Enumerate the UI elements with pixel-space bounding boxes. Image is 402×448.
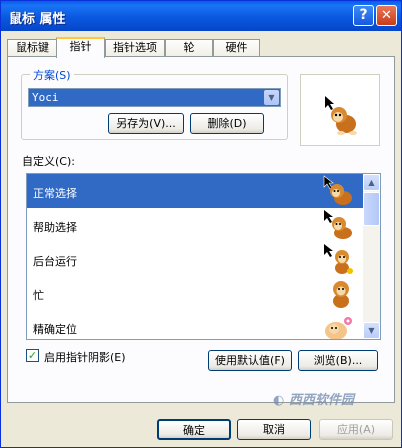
list-item-normal-select[interactable]: 正常选择	[27, 174, 363, 208]
monkey-busy-arrow-icon	[324, 244, 353, 274]
delete-button[interactable]: 删除(D)	[190, 113, 264, 134]
scheme-legend: 方案(S)	[30, 67, 74, 83]
tab-hardware[interactable]: 硬件	[213, 39, 260, 57]
list-item-background-working[interactable]: 后台运行	[27, 242, 363, 276]
tab-buttons[interactable]: 鼠标键	[7, 39, 58, 57]
list-item-busy[interactable]: 忙	[27, 276, 363, 310]
list-item-label: 精确定位	[33, 323, 77, 336]
list-item-label: 帮助选择	[33, 221, 77, 234]
cancel-button[interactable]: 取消	[237, 419, 311, 440]
pointer-preview	[300, 74, 380, 146]
customize-label: 自定义(C):	[22, 155, 75, 168]
shadow-label[interactable]: 启用指针阴影(E)	[44, 349, 126, 365]
ok-button[interactable]: 确定	[157, 419, 231, 440]
list-item-label: 后台运行	[33, 255, 77, 268]
apply-button[interactable]: 应用(A)	[319, 419, 393, 440]
scroll-thumb[interactable]	[363, 192, 380, 226]
list-item-help-select[interactable]: 帮助选择	[27, 208, 363, 242]
help-button[interactable]: ?	[353, 5, 374, 26]
tab-pointers[interactable]: 指针	[56, 37, 105, 58]
pointer-list[interactable]: 正常选择 帮助选择 后台运行 忙 精确定位 ▲ ▼	[26, 173, 381, 340]
pointers-panel: 方案(S) Yoci ▼ 另存为(V)... 删除(D) 自定义(C): 正常选…	[7, 56, 395, 403]
chevron-down-icon[interactable]: ▼	[264, 90, 279, 105]
scheme-select[interactable]: Yoci ▼	[28, 88, 281, 107]
list-item-label: 正常选择	[33, 187, 77, 200]
shadow-checkbox[interactable]: ✓	[26, 349, 39, 362]
save-as-button[interactable]: 另存为(V)...	[108, 113, 184, 134]
use-default-button[interactable]: 使用默认值(F)	[208, 350, 292, 371]
tab-wheel[interactable]: 轮	[165, 39, 213, 57]
monkey-precision-icon	[325, 317, 352, 339]
monkey-arrow-icon	[325, 96, 357, 135]
scroll-down-icon[interactable]: ▼	[363, 322, 380, 339]
monkey-help-icon	[324, 210, 352, 239]
scroll-up-icon[interactable]: ▲	[363, 174, 380, 191]
list-item-precision-select[interactable]: 精确定位	[27, 310, 363, 339]
mouse-properties-dialog: 鼠标 属性 ? ✕ 鼠标键 指针 指针选项 轮 硬件 方案(S) Yoci ▼ …	[0, 0, 402, 448]
scheme-group: 方案(S) Yoci ▼ 另存为(V)... 删除(D)	[21, 67, 288, 140]
window-title: 鼠标 属性	[9, 12, 66, 27]
monkey-arrow-icon	[323, 175, 352, 205]
scheme-select-value: Yoci	[32, 91, 59, 104]
tab-pointer-options[interactable]: 指针选项	[105, 39, 165, 57]
browse-button[interactable]: 浏览(B)...	[298, 350, 378, 371]
list-scrollbar[interactable]: ▲ ▼	[363, 174, 380, 339]
close-button[interactable]: ✕	[376, 5, 397, 26]
title-bar[interactable]: 鼠标 属性 ? ✕	[1, 1, 401, 31]
monkey-busy-icon	[333, 281, 349, 308]
list-item-label: 忙	[33, 289, 44, 302]
watermark-logo: ◐ 西西软件园	[273, 393, 354, 408]
